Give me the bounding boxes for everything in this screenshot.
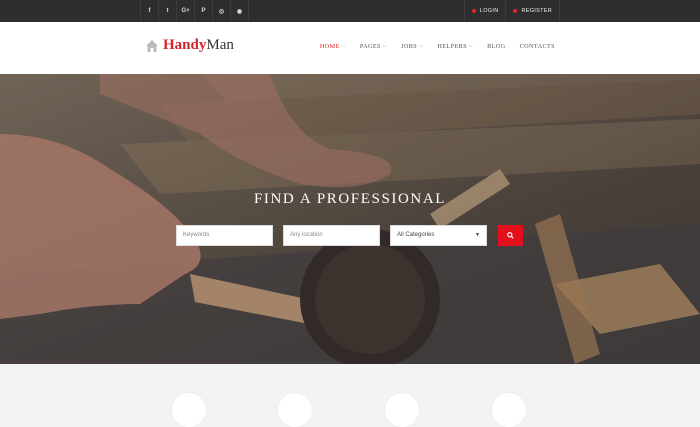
nav-item-blog[interactable]: BLOG [487, 43, 505, 50]
register-label: REGISTER [521, 8, 552, 14]
feature-circle [278, 393, 312, 427]
logo-text-man: Man [206, 37, 234, 53]
nav-item-contacts[interactable]: CONTACTS [520, 43, 555, 50]
category-select[interactable]: All Categories ▼ [390, 225, 487, 246]
feature-circle [492, 393, 526, 427]
nav-label-home: HOME [319, 42, 340, 50]
nav-item-home[interactable]: HOME ⌵ [320, 43, 346, 50]
login-link[interactable]: LOGIN [463, 0, 506, 22]
feature-circle [385, 393, 419, 427]
rss-icon[interactable]: ◉ [230, 0, 249, 22]
chevron-down-icon: ⌵ [341, 44, 346, 49]
nav-label-helpers: HELPERS [437, 42, 467, 50]
search-button[interactable] [498, 225, 523, 246]
google-plus-icon[interactable]: G+ [176, 0, 194, 22]
auth-links: LOGIN REGISTER [463, 0, 560, 22]
location-placeholder: Any location [290, 232, 323, 238]
keywords-placeholder: Keywords [183, 232, 210, 238]
main-nav: HOME ⌵ PAGES ⌵ JOBS ⌵ HELPERS ⌵ BLOG CONTACT… [306, 22, 555, 70]
nav-label-jobs: JOBS [401, 42, 418, 50]
chevron-down-icon: ▼ [475, 232, 480, 238]
keywords-input[interactable]: Keywords [176, 225, 273, 246]
hero-title: FIND A PROFESSIONAL [253, 191, 447, 207]
facebook-icon[interactable]: f [140, 0, 158, 22]
chevron-down-icon: ⌵ [468, 44, 474, 49]
nav-label-blog: BLOG [487, 42, 506, 50]
chevron-down-icon: ⌵ [419, 44, 424, 49]
social-links: f t G+ P ◎ ◉ [140, 0, 249, 22]
location-input[interactable]: Any location [283, 225, 380, 246]
register-link[interactable]: REGISTER [505, 0, 560, 22]
logo-text-handy: Handy [163, 37, 207, 53]
house-icon [146, 39, 158, 52]
search-icon [507, 232, 514, 239]
chevron-down-icon: ⌵ [382, 44, 388, 49]
feature-circle [172, 393, 206, 427]
twitter-icon[interactable]: t [158, 0, 176, 22]
site-header: Handy Man HOME ⌵ PAGES ⌵ JOBS ⌵ HELPERS ⌵ BLO… [0, 22, 700, 74]
nav-label-pages: PAGES [359, 42, 381, 50]
hero-background-image [0, 74, 700, 364]
nav-item-helpers[interactable]: HELPERS ⌵ [437, 43, 473, 50]
nav-label-contacts: CONTACTS [519, 42, 555, 50]
login-label: LOGIN [479, 8, 499, 14]
nav-item-pages[interactable]: PAGES ⌵ [360, 43, 387, 50]
site-logo[interactable]: Handy Man [145, 37, 234, 54]
register-icon [513, 9, 518, 13]
hero-section: FIND A PROFESSIONAL Keywords Any locatio… [0, 74, 700, 364]
instagram-icon[interactable]: ◎ [212, 0, 230, 22]
pinterest-icon[interactable]: P [194, 0, 212, 22]
nav-item-jobs[interactable]: JOBS ⌵ [401, 43, 423, 50]
category-value: All Categories [397, 232, 435, 238]
top-bar: f t G+ P ◎ ◉ LOGIN REGISTER [0, 0, 700, 22]
login-icon [471, 9, 476, 13]
